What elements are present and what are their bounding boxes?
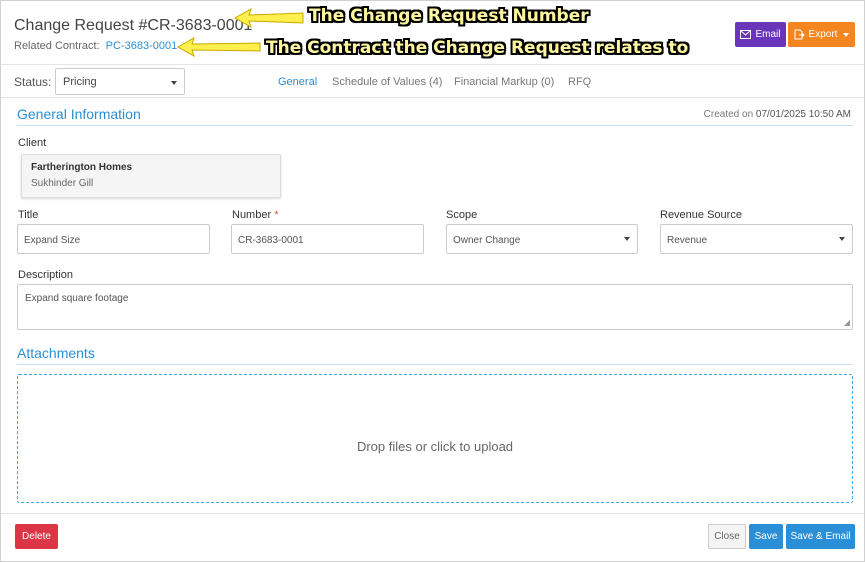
section-divider [17,364,853,365]
dropzone-text: Drop files or click to upload [356,439,514,454]
email-button-label: Email [755,29,781,40]
required-marker: * [274,209,279,221]
related-contract-label: Related Contract: [14,40,100,52]
revenue-source-label: Revenue Source [660,209,742,221]
related-contract: Related Contract: PC-3683-0001 [14,40,177,52]
export-button[interactable]: Export [788,22,855,47]
modal-header: Change Request #CR-3683-0001 Related Con… [1,1,864,65]
client-card[interactable]: Fartherington Homes Sukhinder Gill [21,154,281,198]
annotation-change-request-number: The Change Request Number [309,6,589,26]
chevron-down-icon [839,237,845,241]
save-button[interactable]: Save [749,524,783,549]
revenue-source-select[interactable]: Revenue [660,224,853,254]
client-contact: Sukhinder Gill [31,178,94,189]
tab-general[interactable]: General [278,76,317,88]
number-label: Number * [232,209,278,221]
export-button-label: Export [808,29,838,40]
change-request-modal: Change Request #CR-3683-0001 Related Con… [0,0,865,562]
status-label: Status: [14,75,52,89]
description-value: Expand square footage [25,293,129,304]
annotation-related-contract: The Contract the Change Request relates … [266,38,689,58]
created-timestamp: Created on 07/01/2025 10:50 AM [704,109,851,120]
status-value: Pricing [63,76,97,88]
title-field[interactable]: Expand Size [17,224,210,254]
scope-value: Owner Change [453,235,521,246]
title-value: Expand Size [24,235,81,246]
delete-button[interactable]: Delete [15,524,58,549]
page-title: Change Request #CR-3683-0001 [14,17,253,34]
section-divider [17,125,853,126]
created-date: 07/01/2025 10:50 AM [755,109,851,120]
email-button[interactable]: Email [735,22,786,47]
general-information-heading: General Information [17,106,141,122]
attachments-heading: Attachments [17,345,95,361]
yellow-arrow-icon [233,7,304,29]
client-label: Client [18,137,47,149]
revenue-source-value: Revenue [667,235,708,246]
tab-schedule-of-values[interactable]: Schedule of Values (4) [332,76,442,88]
status-tabs-row: Status: Pricing General Schedule of Valu… [1,66,864,98]
envelope-icon [740,30,752,39]
footer-divider [1,513,864,514]
tab-financial-markup[interactable]: Financial Markup (0) [454,76,554,88]
description-field[interactable]: Expand square footage ◢ [17,284,853,330]
scope-select[interactable]: Owner Change [446,224,638,254]
export-file-icon [794,29,805,40]
chevron-down-icon [624,237,630,241]
save-and-email-button[interactable]: Save & Email [786,524,855,549]
client-name: Fartherington Homes [31,162,133,173]
number-label-text: Number [232,209,272,221]
title-label: Title [18,209,39,221]
yellow-arrow-icon [176,36,261,58]
status-select[interactable]: Pricing [55,68,185,95]
chevron-down-icon [843,32,850,37]
description-label: Description [18,269,74,281]
tab-rfq[interactable]: RFQ [568,76,591,88]
scope-label: Scope [446,209,478,221]
number-field[interactable]: CR-3683-0001 [231,224,424,254]
created-prefix: Created on [703,109,754,120]
file-dropzone[interactable]: Drop files or click to upload [17,374,853,503]
chevron-down-icon [171,81,177,85]
close-button[interactable]: Close [708,524,746,549]
resize-handle-icon[interactable]: ◢ [844,318,850,327]
related-contract-link[interactable]: PC-3683-0001 [106,40,178,52]
number-value: CR-3683-0001 [238,235,304,246]
